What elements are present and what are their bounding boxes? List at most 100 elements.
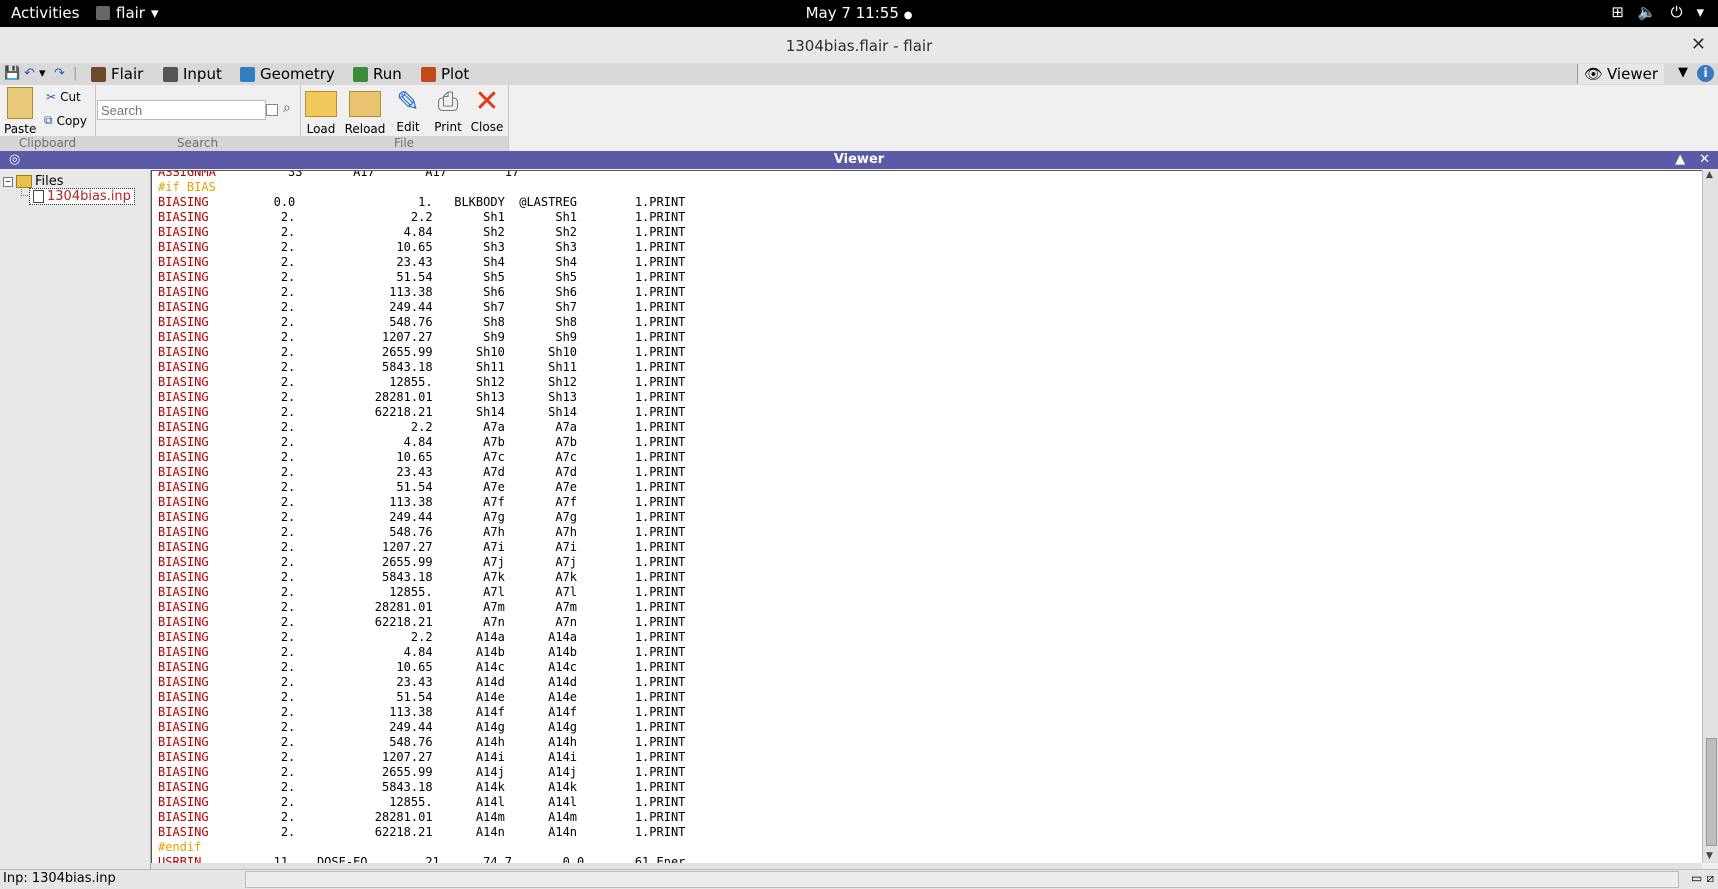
save-icon[interactable]: 💾 (4, 66, 20, 81)
tab-input[interactable]: Input (163, 64, 222, 84)
code-line: BIASING 2. 4.84 A7b A7b 1.PRINT (158, 435, 685, 450)
card-fields: 2. 23.43 Sh4 Sh4 1.PRINT (208, 255, 686, 269)
code-line: BIASING 2. 4.84 A14b A14b 1.PRINT (158, 645, 685, 660)
card-fields: 2. 12855. A14l A14l 1.PRINT (208, 795, 686, 809)
card-fields: 2. 249.44 Sh7 Sh7 1.PRINT (208, 300, 686, 314)
vertical-scrollbar[interactable]: ▲ ▼ (1702, 170, 1718, 863)
resize-grip-icon[interactable]: ⧄ (1706, 871, 1714, 886)
preprocessor-directive: #if BIAS (158, 180, 216, 194)
maximize-icon[interactable]: ▲ (1675, 152, 1685, 167)
volume-icon[interactable]: 🔈 (1638, 3, 1657, 21)
undo-icon[interactable]: ↶ (24, 66, 35, 81)
card-keyword: BIASING (158, 810, 209, 824)
code-line: BIASING 2. 2.2 A14a A14a 1.PRINT (158, 630, 685, 645)
paste-icon (7, 87, 33, 119)
notification-dot-icon: ● (903, 10, 913, 21)
tab-dropdown-icon[interactable]: ▼ (1678, 65, 1688, 80)
scroll-down-icon[interactable]: ▼ (1706, 851, 1713, 861)
card-fields: 2. 2655.99 Sh10 Sh10 1.PRINT (208, 345, 686, 359)
tree-node-file[interactable]: 1304bias.inp (29, 188, 135, 205)
reload-folder-icon (349, 91, 381, 117)
card-keyword: BIASING (158, 450, 209, 464)
card-fields: 2. 1207.27 A14i A14i 1.PRINT (208, 750, 686, 764)
selected-file[interactable]: 1304bias.inp (29, 188, 135, 205)
window-close-button[interactable]: ✕ (1691, 34, 1706, 55)
tab-label: Run (373, 65, 402, 83)
cut-button[interactable]: ✂ Cut (46, 90, 81, 104)
card-keyword: BIASING (158, 615, 209, 629)
card-fields: 2. 23.43 A7d A7d 1.PRINT (208, 465, 686, 479)
search-group-label: Search (95, 136, 300, 151)
code-line: BIASING 2. 28281.01 Sh13 Sh13 1.PRINT (158, 390, 685, 405)
search-regex-checkbox[interactable] (266, 104, 278, 116)
card-keyword: BIASING (158, 300, 209, 314)
terminal-icon[interactable]: ▭ (1691, 871, 1702, 886)
card-keyword: BIASING (158, 780, 209, 794)
card-fields: 2. 2655.99 A14j A14j 1.PRINT (208, 765, 686, 779)
load-button[interactable]: Load (302, 87, 340, 136)
redo-icon[interactable]: ↷ (54, 66, 65, 81)
separator-icon: | (73, 66, 78, 81)
close-icon[interactable]: ✕ (1699, 152, 1710, 167)
copy-button[interactable]: ⧉ Copy (44, 113, 87, 128)
clock[interactable]: May 7 11:55 ● (0, 4, 1718, 22)
card-fields: 2. 28281.01 A7m A7m 1.PRINT (208, 600, 686, 614)
card-keyword: BIASING (158, 750, 209, 764)
tab-label: Flair (111, 65, 144, 83)
card-keyword: BIASING (158, 510, 209, 524)
tab-label: Plot (441, 65, 470, 83)
card-fields: 2. 12855. A7l A7l 1.PRINT (208, 585, 686, 599)
card-keyword: BIASING (158, 795, 209, 809)
card-fields: 33 A17 A17 17 (215, 170, 520, 179)
tree-node-files[interactable]: − Files (3, 174, 64, 189)
card-fields: 2. 4.84 A7b A7b 1.PRINT (208, 435, 686, 449)
search-input[interactable] (97, 100, 266, 120)
network-icon[interactable]: ⊞ (1611, 3, 1624, 21)
window-title-bar: 1304bias.flair - flair ✕ (0, 27, 1718, 65)
code-line: BIASING 2. 249.44 Sh7 Sh7 1.PRINT (158, 300, 685, 315)
code-line: BIASING 2. 2655.99 A14j A14j 1.PRINT (158, 765, 685, 780)
file-group-label: File (300, 136, 508, 151)
reload-button[interactable]: Reload (344, 87, 386, 136)
card-keyword: BIASING (158, 540, 209, 554)
scroll-thumb[interactable] (1706, 738, 1717, 846)
tab-geometry[interactable]: Geometry (240, 64, 335, 84)
card-keyword: BIASING (158, 765, 209, 779)
edit-button[interactable]: ✎ Edit (391, 87, 425, 135)
print-button[interactable]: ⎙ Print (431, 87, 465, 134)
chevron-down-icon[interactable]: ▾ (1696, 3, 1704, 21)
system-tray[interactable]: ⊞ 🔈 ⏻ ▾ (1611, 3, 1704, 21)
card-keyword: BIASING (158, 210, 209, 224)
card-fields: 0.0 1. BLKBODY @LASTREG 1.PRINT (208, 195, 686, 209)
window-title: 1304bias.flair - flair (785, 37, 933, 55)
close-label: Close (470, 120, 504, 134)
card-fields: 2. 2.2 A14a A14a 1.PRINT (208, 630, 686, 644)
card-fields: 2. 5843.18 A14k A14k 1.PRINT (208, 780, 686, 794)
card-keyword: ASSIGNMA (158, 170, 216, 179)
text-viewer[interactable]: ASSIGNMA 33 A17 A17 17 #if BIAS BIASING 0.… (151, 170, 1703, 864)
search-icon[interactable]: ⌕ (283, 100, 291, 116)
card-fields: 2. 2.2 Sh1 Sh1 1.PRINT (208, 210, 686, 224)
card-fields: 2. 51.54 A14e A14e 1.PRINT (208, 690, 686, 704)
close-file-button[interactable]: ✕ Close (470, 84, 504, 135)
card-fields: 2. 113.38 A7f A7f 1.PRINT (208, 495, 686, 509)
code-line: BIASING 2. 28281.01 A14m A14m 1.PRINT (158, 810, 685, 825)
scroll-up-icon[interactable]: ▲ (1706, 170, 1713, 180)
power-icon[interactable]: ⏻ (1671, 3, 1683, 21)
undo-dropdown-icon[interactable]: ▾ (39, 66, 46, 81)
collapse-icon[interactable]: − (3, 176, 13, 187)
tab-plot[interactable]: Plot (421, 64, 469, 84)
card-keyword: BIASING (158, 405, 209, 419)
code-line: BIASING 2. 1207.27 A14i A14i 1.PRINT (158, 750, 685, 765)
tab-viewer[interactable]: 👁 Viewer (1576, 64, 1664, 84)
tab-run[interactable]: Run (353, 64, 402, 84)
close-icon: ✕ (474, 84, 500, 119)
tab-flair[interactable]: Flair (91, 64, 143, 84)
card-keyword: BIASING (158, 675, 209, 689)
code-line: BIASING 2. 1207.27 Sh9 Sh9 1.PRINT (158, 330, 685, 345)
info-icon[interactable]: i (1697, 65, 1714, 82)
paste-button[interactable]: Paste (4, 87, 36, 136)
code-line: BIASING 2. 113.38 A7f A7f 1.PRINT (158, 495, 685, 510)
code-line: BIASING 2. 5843.18 A14k A14k 1.PRINT (158, 780, 685, 795)
main-tab-bar: 💾 ↶ ▾ ↷ | Flair Input Geometry Run Plot … (0, 63, 1718, 86)
